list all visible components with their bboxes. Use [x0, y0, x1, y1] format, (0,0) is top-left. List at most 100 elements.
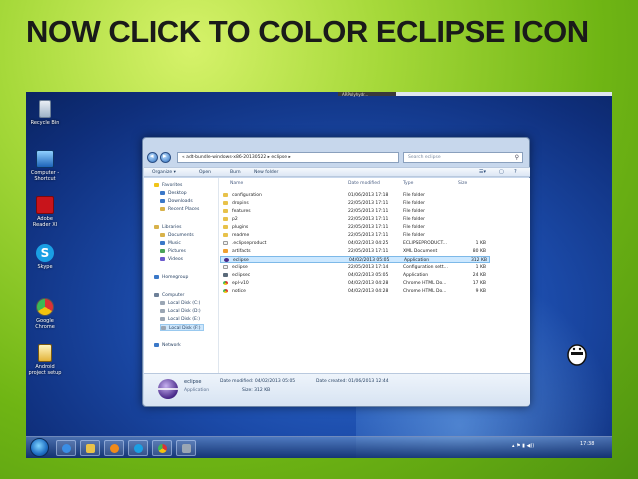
- desktop-icon-shortcut[interactable]: Android project setup: [28, 344, 62, 376]
- file-row[interactable]: eclipsec 04/02/2013 05:05 Application 24 KB: [220, 272, 490, 279]
- pdf-icon: [36, 196, 54, 214]
- file-row[interactable]: features 22/05/2013 17:11 File folder: [220, 208, 490, 215]
- nav-favorites[interactable]: Favorites: [154, 182, 182, 189]
- column-header-name[interactable]: Name: [230, 181, 243, 186]
- app-icon: [182, 444, 191, 453]
- folder-icon: [86, 444, 95, 453]
- desktop-icon-computer[interactable]: Computer - Shortcut: [28, 150, 62, 182]
- help-icon[interactable]: ?: [514, 169, 517, 175]
- desktop-icon-skype[interactable]: S Skype: [28, 244, 62, 270]
- preview-pane-icon[interactable]: ▢: [499, 169, 504, 175]
- nav-disk-d[interactable]: Local Disk (D:): [160, 308, 201, 315]
- command-bar: Organize ▾ Open Burn New folder ☰▾ ▢ ?: [144, 167, 530, 177]
- slide-title: NOW CLICK TO COLOR ECLIPSE ICON: [26, 14, 589, 49]
- address-row: ◂ ▸ « adt-bundle-windows-x86-20130522 ▸ …: [147, 152, 525, 164]
- top-window-strip: [338, 92, 612, 96]
- nav-documents[interactable]: Documents: [160, 232, 194, 239]
- file-row[interactable]: plugins 22/05/2013 17:11 File folder: [220, 224, 490, 231]
- column-header-type[interactable]: Type: [403, 181, 413, 186]
- recycle-bin-icon: [39, 100, 51, 118]
- details-pane: eclipse Application Date modified: 04/02…: [144, 373, 530, 406]
- skype-icon: S: [36, 244, 54, 262]
- new-folder-button[interactable]: New folder: [254, 168, 278, 178]
- file-row[interactable]: .eclipseproduct 04/02/2013 04:25 ECLIPSEPR…: [220, 240, 490, 247]
- top-strip-label: ARPolyhydr...: [342, 92, 369, 97]
- details-date-created: Date created: 01/06/2013 12:44: [316, 379, 389, 384]
- search-icon: ⚲: [514, 154, 519, 161]
- file-row[interactable]: eclipse 22/05/2013 17:14 Configuration set…: [220, 264, 490, 271]
- nav-libraries[interactable]: Libraries: [154, 224, 181, 231]
- chrome-icon: [36, 298, 54, 316]
- column-header-date[interactable]: Date modified: [348, 181, 380, 186]
- details-file-name: eclipse: [184, 379, 202, 385]
- file-list: Name Date modified Type Size configurati…: [220, 178, 530, 373]
- chrome-icon: [223, 281, 228, 285]
- nav-network[interactable]: Network: [154, 342, 181, 349]
- desktop-screen: ARPolyhydr... Recycle Bin Computer - Sho…: [26, 92, 612, 458]
- burn-button[interactable]: Burn: [230, 168, 241, 178]
- view-options-icon[interactable]: ☰▾: [479, 169, 486, 175]
- nav-music[interactable]: Music: [160, 240, 181, 247]
- file-row[interactable]: configuration 01/06/2013 17:18 File folder: [220, 192, 490, 199]
- details-file-kind: Application: [184, 388, 210, 393]
- taskbar-explorer-button[interactable]: [80, 440, 100, 456]
- taskbar-media-button[interactable]: [104, 440, 124, 456]
- system-tray[interactable]: ▴ ⚑ ▮ ◀)): [512, 443, 534, 449]
- file-row[interactable]: epl-v10 04/02/2013 04:28 Chrome HTML Do...…: [220, 280, 490, 287]
- skype-icon: [134, 444, 143, 453]
- desktop-icon-chrome[interactable]: Google Chrome: [28, 298, 62, 330]
- desktop-icon-label: Adobe Reader XI: [32, 216, 58, 228]
- details-size: Size: 312 KB: [242, 388, 271, 393]
- android-logo-icon: [567, 344, 587, 366]
- desktop-icon-label: Google Chrome: [35, 318, 55, 330]
- open-button[interactable]: Open: [199, 168, 211, 178]
- nav-pictures[interactable]: Pictures: [160, 248, 186, 255]
- eclipse-icon-stripe: [158, 388, 178, 390]
- search-placeholder: Search eclipse: [408, 155, 441, 160]
- forward-button[interactable]: ▸: [160, 152, 171, 163]
- nav-downloads[interactable]: Downloads: [160, 198, 193, 205]
- eclipse-icon: [224, 258, 229, 262]
- forward-arrow-icon: ▸: [163, 152, 167, 160]
- nav-disk-f[interactable]: Local Disk (F:): [160, 324, 205, 331]
- chrome-icon: [223, 289, 228, 293]
- taskbar-chrome-button[interactable]: [152, 440, 172, 456]
- desktop-icon-recycle-bin[interactable]: Recycle Bin: [28, 100, 62, 126]
- chrome-icon: [158, 444, 167, 453]
- details-date-modified: Date modified: 04/02/2013 05:05: [220, 379, 296, 384]
- column-header-size[interactable]: Size: [458, 181, 467, 186]
- search-input[interactable]: Search eclipse ⚲: [403, 152, 523, 163]
- desktop-icon-adobe-reader[interactable]: Adobe Reader XI: [28, 196, 62, 228]
- back-arrow-icon: ◂: [150, 152, 154, 160]
- organize-button[interactable]: Organize ▾: [152, 168, 176, 178]
- taskbar-ie-button[interactable]: [56, 440, 76, 456]
- tray-icons: ▴ ⚑ ▮ ◀)): [512, 443, 535, 449]
- internet-explorer-icon: [62, 444, 71, 453]
- file-row[interactable]: readme 22/05/2013 17:11 File folder: [220, 232, 490, 239]
- address-bar[interactable]: « adt-bundle-windows-x86-20130522 ▸ ecli…: [177, 152, 399, 163]
- file-row[interactable]: p2 22/05/2013 17:11 File folder: [220, 216, 490, 223]
- clock[interactable]: 17:38: [580, 441, 594, 447]
- nav-disk-c[interactable]: Local Disk (C:): [160, 300, 200, 307]
- nav-computer[interactable]: Computer: [154, 292, 184, 299]
- content-pane: Favorites Desktop Downloads Recent Place…: [144, 178, 530, 373]
- taskbar-app-button[interactable]: [176, 440, 196, 456]
- desktop-icon-label: Android project setup: [28, 364, 62, 376]
- start-button[interactable]: [30, 438, 49, 457]
- taskbar: ▴ ⚑ ▮ ◀)) 17:38: [26, 436, 612, 458]
- file-row[interactable]: artifacts 22/05/2013 17:11 XML Document 80 …: [220, 248, 490, 255]
- file-row[interactable]: dropins 22/05/2013 17:11 File folder: [220, 200, 490, 207]
- media-player-icon: [110, 444, 119, 453]
- nav-homegroup[interactable]: Homegroup: [154, 274, 188, 281]
- back-button[interactable]: ◂: [147, 152, 158, 163]
- file-row[interactable]: notice 04/02/2013 04:28 Chrome HTML Do... 9…: [220, 288, 490, 295]
- shortcut-icon: [38, 344, 52, 362]
- nav-videos[interactable]: Videos: [160, 256, 183, 263]
- taskbar-skype-button[interactable]: [128, 440, 148, 456]
- desktop-icon-label: Recycle Bin: [30, 120, 60, 126]
- nav-recent-places[interactable]: Recent Places: [160, 206, 199, 213]
- navigation-pane: Favorites Desktop Downloads Recent Place…: [144, 178, 219, 373]
- nav-disk-e[interactable]: Local Disk (E:): [160, 316, 200, 323]
- file-row-eclipse-selected[interactable]: eclipse 04/02/2013 05:05 Application 312 KB: [220, 256, 490, 263]
- nav-desktop[interactable]: Desktop: [160, 190, 187, 197]
